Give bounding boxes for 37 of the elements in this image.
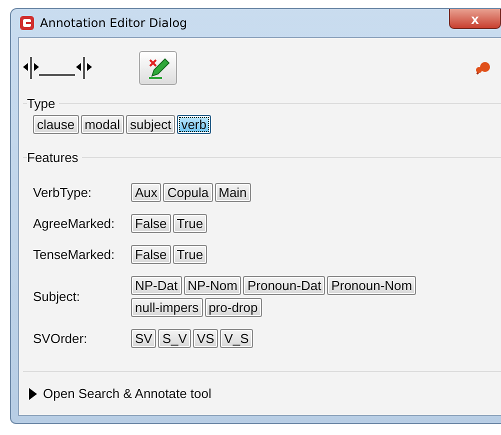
features-heading: Features: [27, 150, 80, 165]
feature-label: TenseMarked:: [33, 247, 116, 262]
feature-value-button[interactable]: null-impers: [131, 298, 203, 317]
feature-value-button[interactable]: False: [131, 245, 171, 264]
feature-label: Subject:: [33, 289, 81, 304]
feature-value-button[interactable]: NP-Nom: [184, 276, 242, 295]
feature-value-button[interactable]: True: [172, 214, 208, 233]
expand-span-icon[interactable]: [23, 55, 93, 81]
feature-value-button[interactable]: False: [131, 214, 171, 233]
feature-label: VerbType:: [33, 185, 93, 200]
feature-value-button[interactable]: pro-drop: [204, 298, 262, 317]
feature-label: AgreeMarked:: [33, 216, 116, 231]
pin-icon[interactable]: [475, 60, 491, 76]
feature-value-button[interactable]: Main: [214, 183, 251, 202]
feature-value-button[interactable]: Pronoun-Dat: [243, 276, 326, 295]
feature-value-button[interactable]: SV: [131, 329, 156, 348]
feature-value-button[interactable]: Pronoun-Nom: [327, 276, 416, 295]
search-annotate-toggle[interactable]: Open Search & Annotate tool: [43, 386, 212, 401]
type-toggle-button[interactable]: modal: [80, 115, 124, 134]
type-toggle-button[interactable]: verb: [177, 115, 210, 134]
type-heading: Type: [27, 96, 56, 111]
type-toggle-button[interactable]: subject: [126, 115, 176, 134]
app-logo-icon: [20, 16, 34, 30]
feature-value-button[interactable]: VS: [192, 329, 218, 348]
feature-value-button[interactable]: Aux: [131, 183, 162, 202]
feature-value-button[interactable]: S_V: [158, 329, 191, 348]
pencil-icon: [146, 56, 170, 80]
window-title: Annotation Editor Dialog: [40, 16, 188, 30]
expand-triangle-icon[interactable]: [29, 388, 37, 400]
feature-value-button[interactable]: True: [172, 245, 208, 264]
edit-annotation-button[interactable]: [139, 51, 177, 85]
feature-value-button[interactable]: Copula: [163, 183, 213, 202]
feature-value-button[interactable]: V_S: [220, 329, 253, 348]
type-toggle-button[interactable]: clause: [33, 115, 79, 134]
close-button[interactable]: x: [449, 9, 501, 29]
feature-label: SVOrder:: [33, 331, 88, 346]
feature-value-button[interactable]: NP-Dat: [131, 276, 182, 295]
